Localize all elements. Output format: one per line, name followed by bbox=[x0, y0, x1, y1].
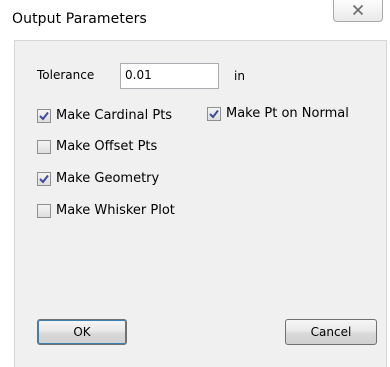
make-geometry-checkbox[interactable] bbox=[37, 172, 51, 186]
close-icon bbox=[352, 4, 364, 16]
make-whisker-plot-label[interactable]: Make Whisker Plot bbox=[56, 203, 175, 218]
cancel-button[interactable]: Cancel bbox=[285, 319, 377, 345]
make-pt-on-normal-label[interactable]: Make Pt on Normal bbox=[226, 106, 349, 121]
make-cardinal-pts-checkbox[interactable] bbox=[37, 109, 51, 123]
make-offset-pts-checkbox[interactable] bbox=[37, 140, 51, 154]
make-pt-on-normal-checkbox[interactable] bbox=[207, 107, 221, 121]
tolerance-unit-label: in bbox=[234, 69, 245, 83]
checkmark-icon bbox=[39, 111, 49, 121]
close-button[interactable] bbox=[333, 0, 383, 22]
output-parameters-dialog: Output Parameters Tolerance 0.01 in Make… bbox=[0, 0, 390, 367]
checkmark-icon bbox=[39, 174, 49, 184]
tolerance-label: Tolerance bbox=[37, 68, 95, 82]
make-whisker-plot-checkbox[interactable] bbox=[37, 204, 51, 218]
make-cardinal-pts-label[interactable]: Make Cardinal Pts bbox=[56, 108, 172, 123]
ok-button[interactable]: OK bbox=[37, 319, 127, 345]
tolerance-input[interactable]: 0.01 bbox=[120, 63, 219, 89]
make-geometry-label[interactable]: Make Geometry bbox=[56, 171, 159, 186]
dialog-title: Output Parameters bbox=[12, 11, 147, 27]
make-offset-pts-label[interactable]: Make Offset Pts bbox=[56, 139, 157, 154]
dialog-body: Tolerance 0.01 in Make Cardinal Pts Make… bbox=[14, 40, 387, 367]
checkmark-icon bbox=[209, 109, 219, 119]
title-bar[interactable]: Output Parameters bbox=[0, 0, 390, 40]
